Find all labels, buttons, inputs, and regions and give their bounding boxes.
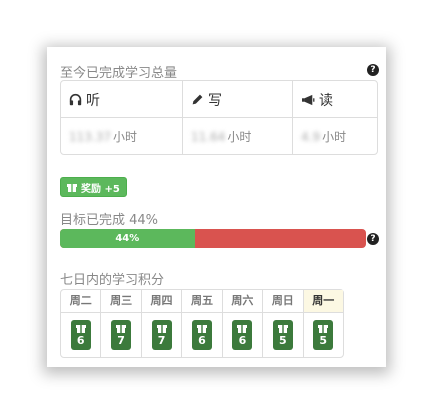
points-value: 5 <box>319 334 328 347</box>
weekly-points-table: 周二 6 周三 7 周四 7 周五 6 周六 6 周日 5 周一 5 <box>60 289 344 358</box>
points-badge: 6 <box>232 320 253 350</box>
goal-title: 目标已完成 44% <box>60 213 159 228</box>
gift-icon <box>67 184 77 192</box>
day-column-today: 周一 5 <box>302 290 343 357</box>
gift-icon <box>318 325 329 333</box>
gift-icon <box>277 325 288 333</box>
points-value: 7 <box>117 334 125 347</box>
points-value: 6 <box>76 334 85 347</box>
help-icon[interactable]: ? <box>367 233 379 245</box>
megaphone-icon <box>301 91 315 110</box>
totals-title: 至今已完成学习总量 <box>60 66 178 81</box>
goal-progress-bar: 44% <box>60 229 366 248</box>
gift-icon <box>237 325 248 333</box>
gift-icon <box>116 325 127 333</box>
day-column: 周四 7 <box>140 290 182 357</box>
gift-icon <box>196 325 207 333</box>
points-badge: 7 <box>151 320 172 350</box>
day-name: 周日 <box>263 290 303 313</box>
study-summary-card: 至今已完成学习总量 ? 听 113.37 小时 写 11.64 小时 读 4.9… <box>47 47 386 367</box>
points-badge: 6 <box>191 320 212 350</box>
totals-table: 听 113.37 小时 写 11.64 小时 读 4.9 小时 <box>60 80 378 155</box>
read-hours: 4.9 小时 <box>301 130 347 144</box>
weekly-title: 七日内的学习积分 <box>60 273 165 288</box>
points-value: 6 <box>198 334 206 347</box>
listen-column: 听 113.37 小时 <box>61 81 182 154</box>
points-value: 6 <box>238 334 247 347</box>
help-icon[interactable]: ? <box>367 64 379 76</box>
read-label: 读 <box>319 93 333 109</box>
points-badge: 5 <box>272 320 293 350</box>
write-hours: 11.64 小时 <box>191 130 252 144</box>
write-column: 写 11.64 小时 <box>182 81 292 154</box>
day-name: 周二 <box>61 290 101 313</box>
pencil-icon <box>191 91 204 110</box>
day-column: 周日 5 <box>262 290 303 357</box>
day-column: 周二 6 <box>61 290 101 357</box>
listen-label: 听 <box>86 93 100 109</box>
day-name: 周六 <box>222 290 263 313</box>
day-name: 周三 <box>101 290 141 313</box>
day-name: 周五 <box>182 290 222 313</box>
points-badge: 5 <box>313 320 334 350</box>
write-label: 写 <box>208 93 222 109</box>
points-badge: 7 <box>111 320 132 350</box>
reward-badge[interactable]: 奖励 +5 <box>60 177 127 197</box>
gift-icon <box>156 325 167 333</box>
day-name: 周一 <box>303 290 343 313</box>
points-badge: 6 <box>70 320 91 350</box>
read-column: 读 4.9 小时 <box>292 81 377 154</box>
goal-progress-fill: 44% <box>60 229 195 248</box>
points-value: 7 <box>157 334 166 347</box>
listen-hours: 113.37 小时 <box>69 130 138 144</box>
gift-icon <box>75 325 86 333</box>
headphones-icon <box>69 91 82 110</box>
day-name: 周四 <box>141 290 182 313</box>
day-column: 周三 7 <box>100 290 141 357</box>
reward-label: 奖励 +5 <box>81 183 120 195</box>
day-column: 周六 6 <box>221 290 263 357</box>
day-column: 周五 6 <box>181 290 222 357</box>
points-value: 5 <box>278 334 287 347</box>
